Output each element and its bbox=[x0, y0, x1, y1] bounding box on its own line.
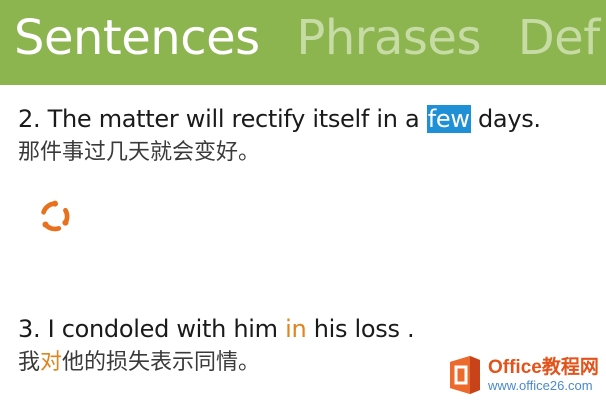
list-item[interactable]: 2. The matter will rectify itself in a f… bbox=[18, 103, 541, 169]
watermark-title: Office教程网 bbox=[488, 357, 599, 378]
sentence-text: his loss . bbox=[306, 315, 415, 343]
sentence-text: 3. I condoled with him bbox=[18, 315, 286, 343]
translation-text: 他的损失表示同情。 bbox=[62, 350, 261, 375]
translation-text: 我 bbox=[18, 350, 41, 375]
loading-spinner-icon bbox=[41, 200, 70, 232]
sentence-english: 3. I condoled with him in his loss . bbox=[18, 313, 415, 345]
sentence-english: 2. The matter will rectify itself in a f… bbox=[18, 103, 541, 135]
sentence-chinese: 那件事过几天就会变好。 bbox=[18, 137, 541, 169]
watermark: Office教程网 www.office26.com bbox=[442, 348, 606, 402]
highlighted-word: in bbox=[285, 315, 307, 343]
sentence-text: days. bbox=[470, 105, 541, 133]
watermark-url: www.office26.com bbox=[488, 378, 593, 393]
office-logo-icon bbox=[450, 356, 480, 394]
translation-text: 那件事过几天就会变好。 bbox=[18, 140, 261, 165]
pivot-header: Sentences Phrases Def bbox=[0, 0, 606, 85]
sentence-chinese: 我对他的损失表示同情。 bbox=[18, 347, 414, 379]
tab-sentences[interactable]: Sentences bbox=[14, 6, 260, 70]
tab-definitions[interactable]: Def bbox=[518, 6, 600, 70]
highlighted-translation: 对 bbox=[40, 350, 63, 375]
selected-word[interactable]: few bbox=[426, 105, 471, 133]
pivot-tabs: Sentences Phrases Def bbox=[14, 6, 606, 70]
list-item[interactable]: 3. I condoled with him in his loss . 我对他… bbox=[18, 313, 415, 379]
tab-phrases[interactable]: Phrases bbox=[296, 6, 481, 70]
sentence-text: 2. The matter will rectify itself in a bbox=[18, 105, 427, 133]
dictionary-app: Sentences Phrases Def 2. The matter will… bbox=[0, 0, 606, 402]
